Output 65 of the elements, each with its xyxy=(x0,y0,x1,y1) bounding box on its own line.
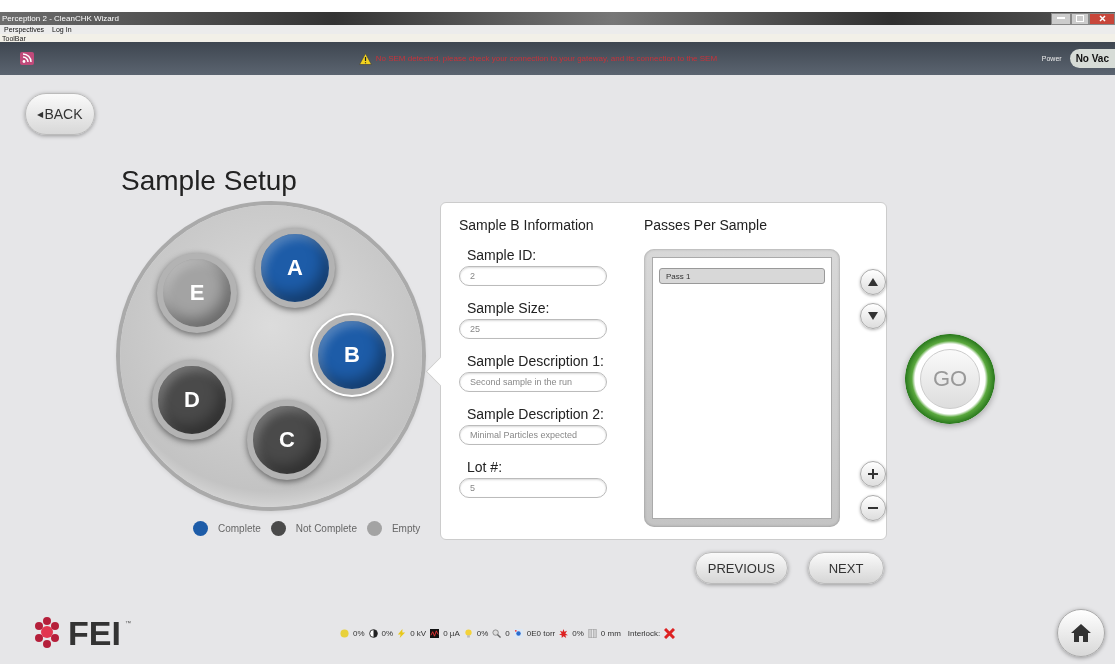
plus-icon xyxy=(868,469,878,479)
down-triangle-icon xyxy=(868,312,878,320)
sample-slot[interactable]: B xyxy=(312,315,392,395)
add-button[interactable] xyxy=(860,461,886,487)
field-label: Sample ID: xyxy=(467,247,538,263)
vacuum-icon xyxy=(513,628,523,638)
input-field[interactable]: 2 xyxy=(459,266,607,286)
sample-slot[interactable]: D xyxy=(152,360,232,440)
contrast-icon xyxy=(368,628,378,638)
magnifier-icon xyxy=(492,628,502,638)
minimize-icon xyxy=(1057,17,1065,20)
status-reading: 0% xyxy=(381,628,394,638)
status-reading: 0 kV xyxy=(410,628,427,638)
interlock-label: Interlock: xyxy=(627,628,661,638)
lightning-icon xyxy=(397,628,407,638)
feed-icon[interactable] xyxy=(20,52,34,65)
page-title: Sample Setup xyxy=(121,165,298,197)
status-reading: 0 mm xyxy=(600,628,621,638)
warning-icon xyxy=(358,52,372,65)
legend-label: Complete xyxy=(218,523,261,534)
status-reading: 0% xyxy=(476,628,489,638)
legend-label: Not Complete xyxy=(295,523,357,534)
status-reading: 0E0 torr xyxy=(526,628,556,638)
close-button[interactable] xyxy=(1089,12,1115,25)
field-label: Lot #: xyxy=(467,459,504,475)
status-reading: 0% xyxy=(572,628,584,638)
sample-slot[interactable]: C xyxy=(247,400,327,480)
nav-button[interactable]: PREVIOUS xyxy=(694,552,788,584)
maximize-button[interactable] xyxy=(1071,12,1089,25)
status-reading: 0 µA xyxy=(443,628,460,638)
vacuum-status[interactable]: No Vac xyxy=(1069,49,1115,68)
field-label: Sample Size: xyxy=(467,300,551,316)
maximize-icon xyxy=(1076,15,1084,22)
burst-icon xyxy=(559,628,569,638)
home-button[interactable] xyxy=(1057,609,1105,657)
pass-item[interactable]: Pass 1 xyxy=(659,268,825,284)
input-field[interactable]: 5 xyxy=(459,478,607,498)
input-field[interactable]: 25 xyxy=(459,319,607,339)
alert-message: No SEM detected, please check your connection to your gateway, and its connection to the SEM xyxy=(375,54,718,63)
minimize-button[interactable] xyxy=(1051,12,1071,25)
gauge-icon xyxy=(587,628,597,638)
logo-text: FEI xyxy=(68,613,121,653)
home-icon xyxy=(1070,623,1092,643)
passes-heading: Passes Per Sample xyxy=(644,217,768,233)
sun-icon xyxy=(340,628,349,638)
bulb-icon xyxy=(463,628,473,638)
field-label: Sample Description 1: xyxy=(467,353,605,369)
close-icon xyxy=(1098,15,1106,22)
minus-icon xyxy=(868,507,878,509)
info-heading: Sample B Information xyxy=(459,217,595,233)
legend-label: Empty xyxy=(391,523,421,534)
back-button[interactable]: ◀BACK xyxy=(25,93,95,135)
remove-button[interactable] xyxy=(860,495,886,521)
window-title: Perception 2 - CleanCHK Wizard xyxy=(2,14,119,23)
input-field[interactable]: Minimal Particles expected xyxy=(459,425,607,445)
sample-slot[interactable]: A xyxy=(255,228,335,308)
move-up-button[interactable] xyxy=(860,269,886,295)
move-down-button[interactable] xyxy=(860,303,886,329)
field-label: Sample Description 2: xyxy=(467,406,605,422)
status-reading: 0% xyxy=(353,628,365,638)
nav-button[interactable]: NEXT xyxy=(808,552,884,584)
waveform-icon xyxy=(430,628,440,638)
input-field[interactable]: Second sample in the run xyxy=(459,372,607,392)
status-reading: 0 xyxy=(505,628,510,638)
up-triangle-icon xyxy=(868,278,878,286)
